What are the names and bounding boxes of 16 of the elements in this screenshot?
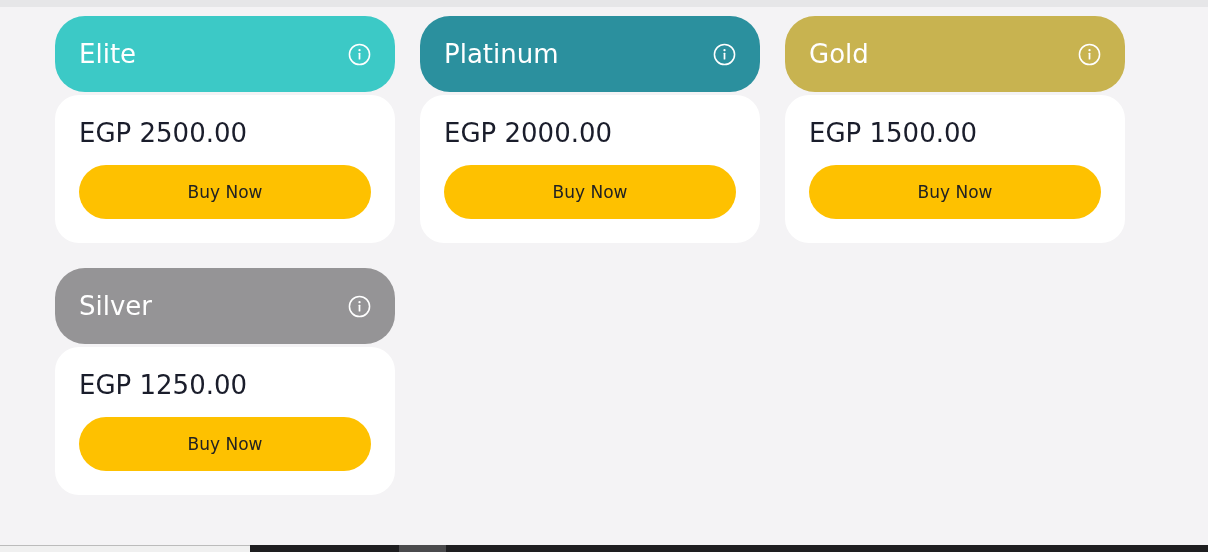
info-icon[interactable] — [348, 294, 371, 318]
buy-now-button[interactable]: Buy Now — [79, 417, 371, 471]
info-icon[interactable] — [713, 42, 736, 66]
plan-price: EGP 1500.00 — [809, 117, 979, 150]
plan-name: Gold — [809, 39, 869, 69]
info-icon[interactable] — [1078, 42, 1101, 66]
plan-price: EGP 2500.00 — [79, 117, 249, 150]
buy-now-button[interactable]: Buy Now — [79, 165, 371, 219]
info-icon[interactable] — [348, 42, 371, 66]
plan-name: Elite — [79, 39, 137, 69]
plan-name: Platinum — [444, 39, 559, 69]
buy-now-button[interactable]: Buy Now — [809, 165, 1101, 219]
buy-now-button[interactable]: Buy Now — [444, 165, 736, 219]
plan-price: EGP 2000.00 — [444, 117, 614, 150]
plan-price: EGP 1250.00 — [79, 369, 249, 402]
plan-name: Silver — [79, 291, 153, 321]
